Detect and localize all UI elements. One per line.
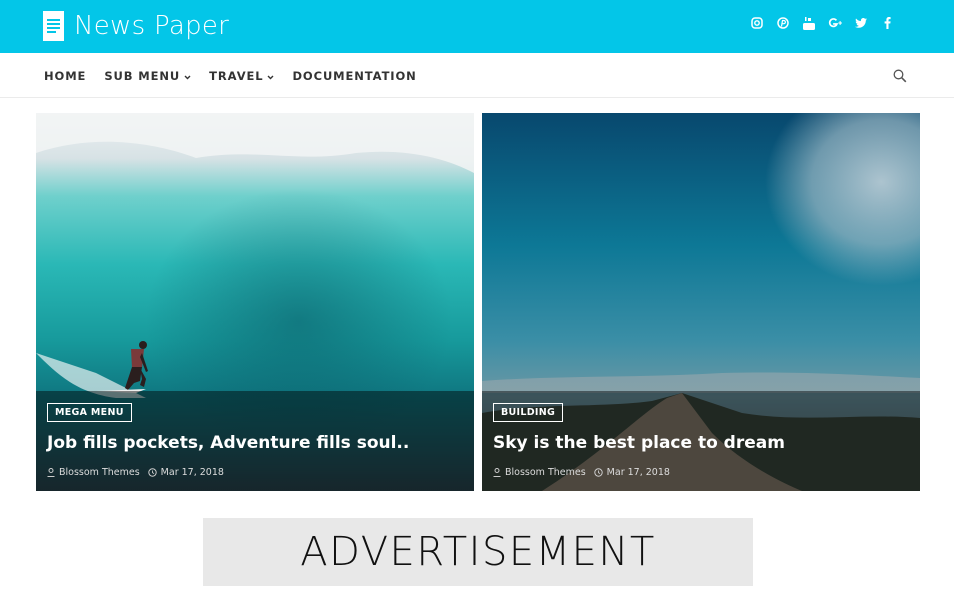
document-icon xyxy=(43,11,64,41)
instagram-icon[interactable] xyxy=(750,16,764,30)
post-meta: Blossom Themes Mar 17, 2018 xyxy=(493,467,670,478)
post-date[interactable]: Mar 17, 2018 xyxy=(161,467,224,478)
post-title[interactable]: Job fills pockets, Adventure fills soul.… xyxy=(47,433,409,453)
clock-icon xyxy=(593,468,603,477)
pinterest-icon[interactable] xyxy=(776,16,790,30)
main-navigation: HOME SUB MENU TRAVEL DOCUMENTATION xyxy=(0,53,954,98)
social-links xyxy=(750,16,906,30)
chevron-down-icon xyxy=(184,69,191,83)
nav-menu: HOME SUB MENU TRAVEL DOCUMENTATION xyxy=(44,53,435,98)
clock-icon xyxy=(147,468,157,477)
category-tag[interactable]: BUILDING xyxy=(493,403,564,422)
nav-item-label: DOCUMENTATION xyxy=(292,68,417,83)
nav-item-label: TRAVEL xyxy=(209,68,264,83)
youtube-icon[interactable] xyxy=(802,16,816,30)
site-logo[interactable]: News Paper xyxy=(43,11,229,41)
chevron-down-icon xyxy=(267,69,274,83)
site-title: News Paper xyxy=(74,11,230,41)
advertisement-banner[interactable]: ADVERTISEMENT xyxy=(203,518,753,586)
post-title[interactable]: Sky is the best place to dream xyxy=(493,433,785,453)
category-tag[interactable]: MEGA MENU xyxy=(47,403,132,422)
post-date[interactable]: Mar 17, 2018 xyxy=(607,467,670,478)
featured-post[interactable]: BUILDING Sky is the best place to dream … xyxy=(482,113,920,491)
search-icon xyxy=(893,68,907,87)
nav-item-documentation[interactable]: DOCUMENTATION xyxy=(292,69,416,83)
user-icon xyxy=(47,468,55,477)
user-icon xyxy=(493,468,501,477)
nav-item-label: SUB MENU xyxy=(104,68,181,83)
site-header: News Paper xyxy=(0,0,954,53)
post-author[interactable]: Blossom Themes xyxy=(505,467,586,478)
twitter-icon[interactable] xyxy=(854,16,868,30)
nav-item-label: HOME xyxy=(44,68,87,83)
post-meta: Blossom Themes Mar 17, 2018 xyxy=(47,467,224,478)
nav-item-home[interactable]: HOME xyxy=(44,69,86,83)
post-author[interactable]: Blossom Themes xyxy=(59,467,140,478)
featured-post[interactable]: MEGA MENU Job fills pockets, Adventure f… xyxy=(36,113,474,491)
nav-item-sub-menu[interactable]: SUB MENU xyxy=(104,69,191,83)
search-button[interactable] xyxy=(893,68,909,84)
nav-item-travel[interactable]: TRAVEL xyxy=(209,69,274,83)
google-plus-icon[interactable] xyxy=(828,16,842,30)
advertisement-label: ADVERTISEMENT xyxy=(300,529,656,575)
facebook-icon[interactable] xyxy=(880,16,894,30)
